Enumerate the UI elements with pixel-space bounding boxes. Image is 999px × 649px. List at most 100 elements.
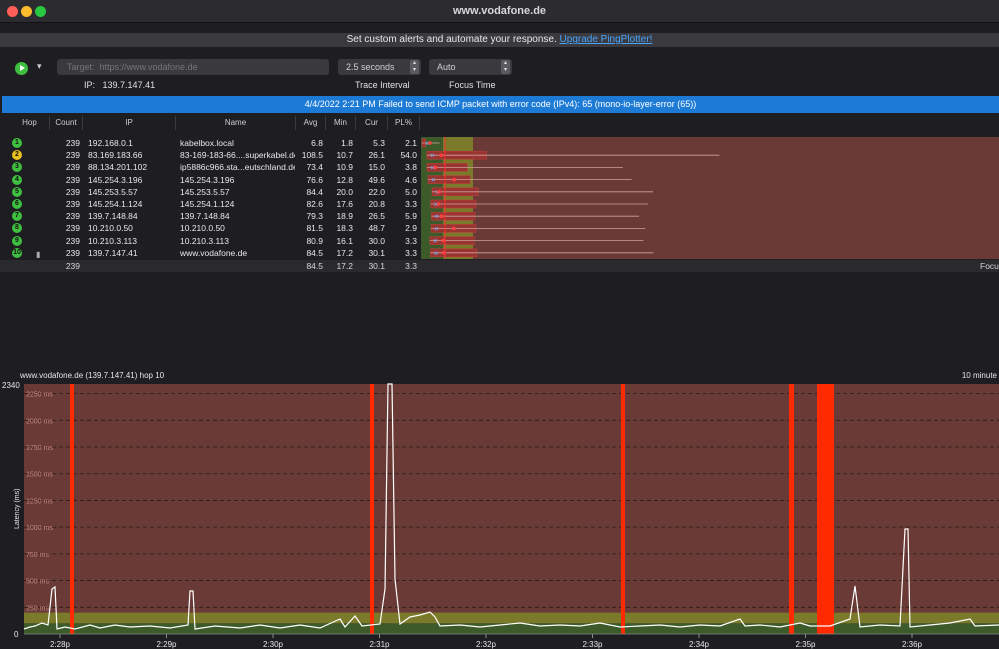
trace-interval-select[interactable]: 2.5 seconds ▴ ▾ [338, 59, 421, 75]
toolbar: ▾ IP: 139.7.147.41 2.5 seconds ▴▾ Trace … [0, 49, 999, 95]
focus-time-value: Auto [437, 62, 456, 72]
cell-cur: 22.0 [368, 186, 385, 197]
stepper-icon[interactable]: ▴ ▾ [501, 60, 510, 74]
y-tick-label: 250 ms [26, 605, 49, 612]
hop-min-marker: × [434, 224, 439, 233]
hop-current-marker [436, 202, 441, 206]
packet-loss-bar [817, 384, 834, 634]
focus-time-label: Focus Time [449, 80, 496, 90]
cell-count: 239 [65, 162, 80, 173]
summary-avg: 84.5 [306, 261, 323, 271]
col-header-min[interactable]: Min [326, 116, 356, 130]
focus-time-select[interactable]: Auto ▴ ▾ [429, 59, 512, 75]
y-tick-label: 750 ms [26, 552, 49, 559]
table-row[interactable]: 2 239 83.169.183.66 83-169-183-66....superk… [0, 149, 420, 161]
table-row[interactable]: 4 239 145.254.3.196 145.254.3.196 76.6 12.8 49… [0, 174, 420, 186]
hop-min-marker: × [433, 249, 438, 258]
x-tick-label: 2:36p [902, 640, 923, 649]
col-header-count[interactable]: Count [50, 116, 83, 130]
table-row[interactable]: 9 239 10.210.3.113 10.210.3.113 80.9 16.1 30.0… [0, 235, 420, 247]
y-tick-label: 1500 ms [26, 472, 53, 479]
col-header-ip[interactable]: IP [83, 116, 176, 130]
trace-interval-value: 2.5 seconds [346, 62, 395, 72]
cell-cur: 30.1 [368, 247, 385, 258]
cell-cur: 20.8 [368, 199, 385, 209]
cell-min: 17.6 [336, 199, 353, 209]
col-header-hop[interactable]: Hop [10, 116, 50, 130]
col-header-name[interactable]: Name [176, 116, 296, 130]
cell-min: 12.8 [336, 174, 353, 185]
table-row[interactable]: 5 239 145.253.5.57 145.253.5.57 84.4 20.0 22.0… [0, 186, 420, 198]
stepper-icon[interactable]: ▴ ▾ [410, 60, 419, 74]
hop-status-icon: 6 [12, 199, 22, 209]
x-tick-label: 2:31p [369, 640, 390, 649]
table-row[interactable]: 6 239 145.254.1.124 145.254.1.124 82.6 17.6 20… [0, 198, 420, 210]
y-tick-label: 2000 ms [26, 418, 53, 425]
hop-current-marker [439, 214, 444, 218]
cell-min: 16.1 [336, 235, 353, 246]
summary-row: 239 84.5 17.2 30.1 3.3 Focu [0, 260, 999, 272]
cell-min: 20.0 [336, 186, 353, 197]
table-row[interactable]: 1 239 192.168.0.1 kabelbox.local 6.8 1.8 5.3 2.… [0, 137, 420, 149]
cell-ip: 10.210.3.113 [88, 235, 137, 246]
hop-min-marker: × [430, 151, 435, 160]
x-tick-label: 2:32p [476, 640, 497, 649]
cell-count: 239 [65, 174, 80, 185]
hop-status-icon: 1 [12, 138, 22, 148]
cell-ip: 88.134.201.102 [88, 162, 148, 173]
cell-avg: 73.4 [306, 162, 323, 173]
cell-min: 1.8 [341, 138, 353, 148]
cell-count: 239 [65, 211, 80, 222]
col-header-avg[interactable]: Avg [296, 116, 326, 130]
table-row[interactable]: 3 239 88.134.201.102 ip5886c966.sta...eutsc… [0, 161, 420, 173]
alert-bar[interactable]: 4/4/2022 2:21 PM Failed to send ICMP pac… [2, 96, 999, 113]
latency-timeline[interactable]: ×××××××××× [421, 137, 999, 259]
upgrade-link[interactable]: Upgrade PingPlotter! [560, 34, 653, 45]
cell-pl: 5.9 [405, 211, 417, 222]
cell-count: 239 [65, 235, 80, 246]
latency-graph[interactable]: 2250 ms 2000 ms 1750 ms 1500 ms 1250 ms 1000 … [0, 379, 999, 649]
x-tick-label: 2:34p [689, 640, 710, 649]
cell-pl: 3.3 [405, 247, 417, 258]
bar-chart-icon[interactable]: ▮ [36, 249, 40, 261]
table-row[interactable]: 10 ▮ 239 139.7.147.41 www.vodafone.de 84.5 17.… [0, 247, 420, 259]
y-tick-label: 1250 ms [26, 498, 53, 505]
hop-status-icon: 2 [12, 150, 22, 161]
ip-value: 139.7.147.41 [102, 80, 156, 90]
table-row[interactable]: 8 239 10.210.0.50 10.210.0.50 81.5 18.3 48.7 2.… [0, 222, 420, 234]
target-input[interactable] [57, 59, 329, 75]
cell-name: 139.7.148.84 [180, 211, 230, 222]
cell-name: 145.254.3.196 [180, 174, 235, 185]
cell-pl: 2.9 [405, 223, 417, 234]
play-icon[interactable] [15, 62, 28, 75]
y-axis-zero-label: 0 [14, 630, 19, 639]
cell-avg: 108.5 [301, 150, 323, 161]
cell-count: 239 [65, 150, 80, 161]
cell-name: 10.210.0.50 [180, 223, 225, 234]
x-tick-label: 2:29p [156, 640, 177, 649]
cell-cur: 15.0 [368, 162, 385, 173]
cell-pl: 4.6 [405, 174, 417, 185]
cell-name: ip5886c966.sta...eutschland.de [180, 162, 295, 173]
cell-cur: 49.6 [368, 174, 385, 185]
col-header-cur[interactable]: Cur [356, 116, 388, 130]
y-tick-label: 2250 ms [26, 392, 53, 399]
col-header-pl[interactable]: PL% [388, 116, 420, 130]
hop-min-marker: × [434, 212, 439, 221]
hop-status-icon: 3 [12, 162, 22, 173]
promo-banner: Set custom alerts and automate your resp… [0, 33, 999, 47]
table-row[interactable]: 7 239 139.7.148.84 139.7.148.84 79.3 18.9 26.5… [0, 210, 420, 222]
cell-avg: 81.5 [306, 223, 323, 234]
packet-loss-bar [70, 384, 74, 634]
ip-label: IP: [84, 80, 96, 90]
chevron-down-icon[interactable]: ▾ [37, 61, 42, 72]
cell-avg: 76.6 [306, 174, 323, 185]
y-tick-label: 1750 ms [26, 445, 53, 452]
cell-name: 10.210.3.113 [180, 235, 229, 246]
cell-count: 239 [65, 223, 80, 234]
summary-min: 17.2 [336, 261, 353, 271]
cell-min: 17.2 [336, 247, 353, 258]
trace-interval-label: Trace Interval [355, 80, 410, 90]
x-tick-label: 2:28p [50, 640, 71, 649]
cell-avg: 80.9 [306, 235, 323, 246]
